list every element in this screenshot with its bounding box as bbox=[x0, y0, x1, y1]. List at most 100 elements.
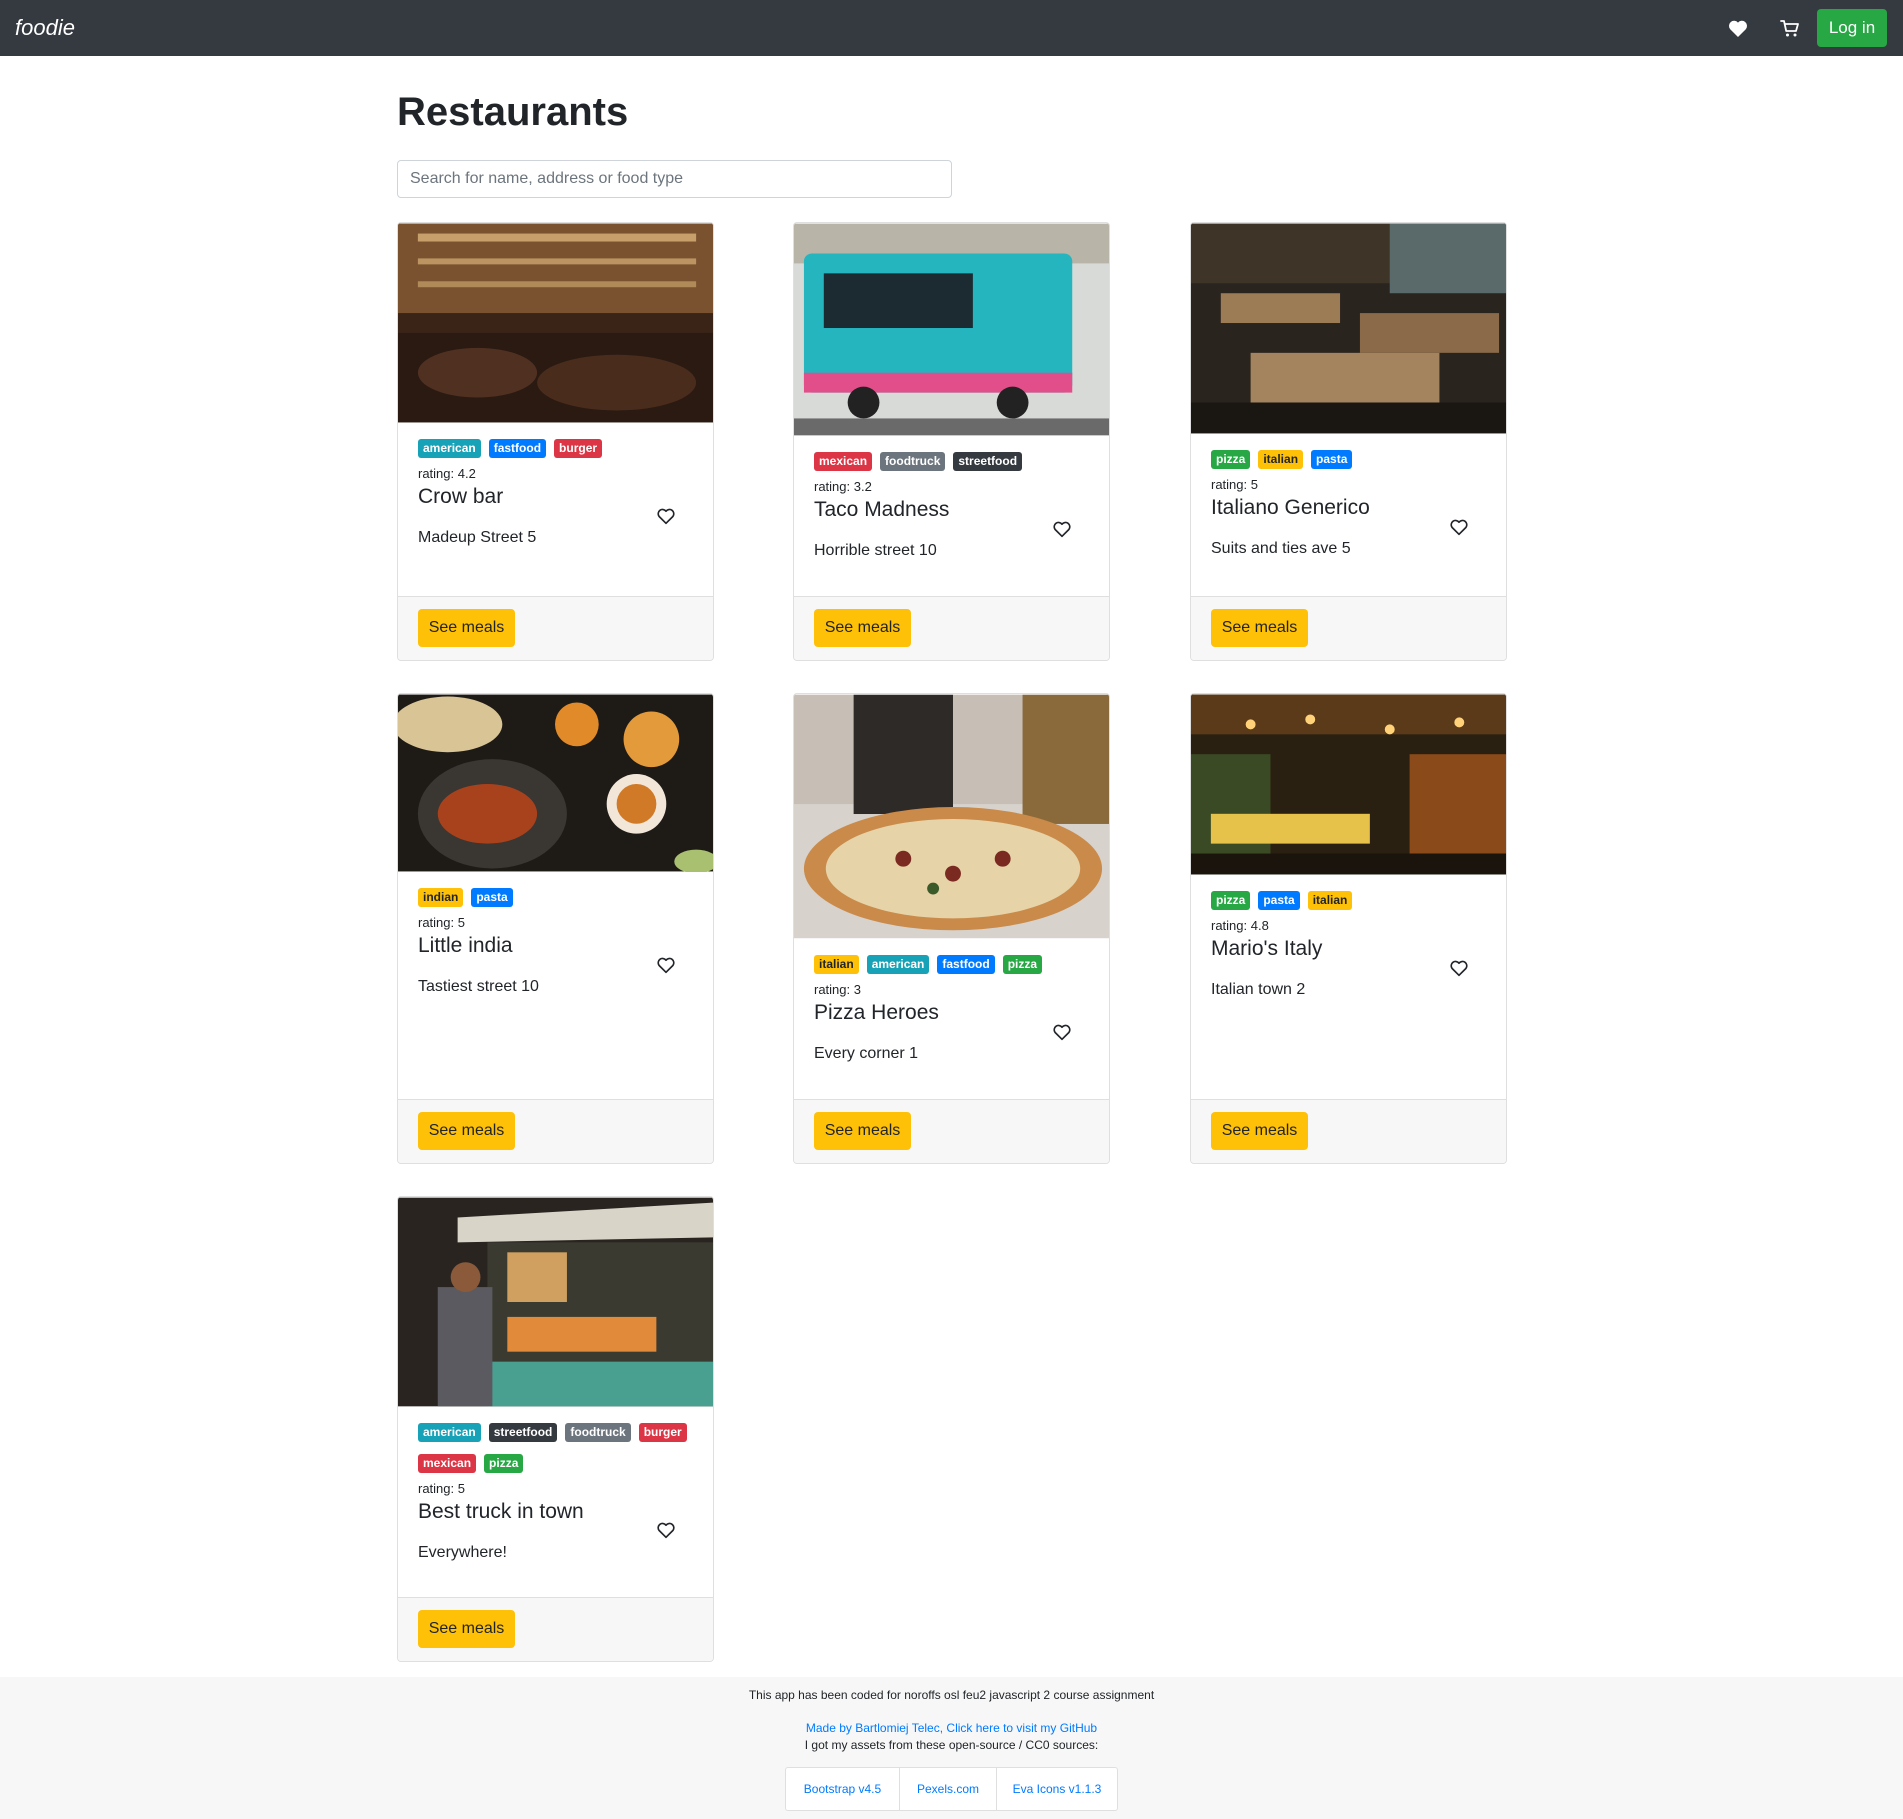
restaurant-card: indian pasta rating: 5 Little india Tast… bbox=[397, 693, 714, 1164]
rating-text: rating: 4.8 bbox=[1211, 918, 1269, 933]
footer-sources-text: I got my assets from these open-source /… bbox=[804, 1738, 1099, 1752]
tag-badge: pizza bbox=[1002, 955, 1043, 974]
tag-badge: italian bbox=[1307, 891, 1353, 910]
tag-badge: fastfood bbox=[937, 955, 995, 974]
card-body: american fastfood burger rating: 4.2 Cro… bbox=[398, 423, 713, 598]
restaurant-address: Tastiest street 10 bbox=[418, 978, 539, 995]
restaurant-name: Little india bbox=[418, 934, 513, 957]
see-meals-button[interactable]: See meals bbox=[814, 1112, 911, 1150]
tag-badge: foodtruck bbox=[880, 452, 946, 471]
rating-text: rating: 5 bbox=[418, 1481, 465, 1496]
tag-badge: pasta bbox=[1258, 891, 1300, 910]
see-meals-button[interactable]: See meals bbox=[1211, 609, 1308, 647]
restaurant-card: italian american fastfood pizza rating: … bbox=[793, 693, 1110, 1164]
card-body: italian american fastfood pizza rating: … bbox=[794, 939, 1109, 1101]
heart-outline-icon[interactable] bbox=[655, 1519, 677, 1541]
restaurant-address: Horrible street 10 bbox=[814, 542, 937, 559]
tag-badge: indian bbox=[418, 888, 464, 907]
card-footer: See meals bbox=[1191, 1099, 1506, 1163]
restaurant-name: Italiano Generico bbox=[1211, 496, 1370, 519]
see-meals-button[interactable]: See meals bbox=[418, 1112, 515, 1150]
restaurant-address: Madeup Street 5 bbox=[418, 529, 537, 546]
rating-text: rating: 3 bbox=[814, 982, 861, 997]
source-link-eva-icons[interactable]: Eva Icons v1.1.3 bbox=[997, 1768, 1117, 1810]
see-meals-button[interactable]: See meals bbox=[1211, 1112, 1308, 1150]
tag-badge: pasta bbox=[1311, 450, 1353, 469]
tag-badge: american bbox=[418, 439, 481, 458]
tag-badge: american bbox=[418, 1423, 481, 1442]
tag-badge: foodtruck bbox=[565, 1423, 631, 1442]
rating-text: rating: 5 bbox=[1211, 477, 1258, 492]
card-body: mexican foodtruck streetfood rating: 3.2… bbox=[794, 436, 1109, 598]
card-footer: See meals bbox=[794, 1099, 1109, 1163]
see-meals-button[interactable]: See meals bbox=[418, 1610, 515, 1648]
restaurant-name: Pizza Heroes bbox=[814, 1001, 939, 1024]
tag-badge: streetfood bbox=[488, 1423, 558, 1442]
card-body: indian pasta rating: 5 Little india Tast… bbox=[398, 872, 713, 1101]
card-footer: See meals bbox=[794, 596, 1109, 660]
heart-outline-icon[interactable] bbox=[655, 954, 677, 976]
rating-text: rating: 4.2 bbox=[418, 466, 476, 481]
restaurant-image bbox=[1191, 694, 1506, 875]
heart-outline-icon[interactable] bbox=[1051, 518, 1073, 540]
restaurant-name: Crow bar bbox=[418, 485, 504, 508]
card-footer: See meals bbox=[398, 1597, 713, 1661]
source-link-bootstrap[interactable]: Bootstrap v4.5 bbox=[786, 1768, 900, 1810]
navbar: foodie Log in bbox=[0, 0, 1903, 56]
heart-outline-icon[interactable] bbox=[1448, 957, 1470, 979]
tag-badge: streetfood bbox=[953, 452, 1023, 471]
tag-badge: mexican bbox=[418, 1454, 477, 1473]
tag-badge: american bbox=[866, 955, 930, 974]
tag-badge: pizza bbox=[484, 1454, 524, 1473]
restaurant-card: pizza pasta italian rating: 4.8 Mario's … bbox=[1190, 693, 1507, 1164]
page-title: Restaurants bbox=[397, 90, 629, 134]
card-footer: See meals bbox=[398, 1099, 713, 1163]
see-meals-button[interactable]: See meals bbox=[814, 609, 911, 647]
tag-badge: fastfood bbox=[488, 439, 547, 458]
restaurant-name: Taco Madness bbox=[814, 498, 950, 521]
tag-list: pizza italian pasta bbox=[1211, 450, 1486, 473]
restaurant-address: Suits and ties ave 5 bbox=[1211, 540, 1351, 557]
tag-badge: italian bbox=[814, 955, 859, 974]
github-link[interactable]: Made by Bartlomiej Telec, Click here to … bbox=[0, 1721, 1903, 1735]
tag-list: mexican foodtruck streetfood bbox=[814, 452, 1089, 475]
search-input[interactable] bbox=[397, 160, 952, 198]
source-link-pexels[interactable]: Pexels.com bbox=[900, 1768, 997, 1810]
card-footer: See meals bbox=[1191, 596, 1506, 660]
restaurant-image bbox=[794, 223, 1109, 436]
page-footer: This app has been coded for noroffs osl … bbox=[0, 1677, 1903, 1819]
restaurant-image bbox=[1191, 223, 1506, 434]
restaurant-image bbox=[398, 223, 713, 423]
heart-outline-icon[interactable] bbox=[655, 505, 677, 527]
tag-badge: pizza bbox=[1211, 450, 1251, 469]
card-body: pizza italian pasta rating: 5 Italiano G… bbox=[1191, 434, 1506, 598]
rating-text: rating: 5 bbox=[418, 915, 465, 930]
restaurant-address: Every corner 1 bbox=[814, 1045, 919, 1062]
restaurant-address: Italian town 2 bbox=[1211, 981, 1306, 998]
heart-outline-icon[interactable] bbox=[1051, 1021, 1073, 1043]
tag-list: italian american fastfood pizza bbox=[814, 955, 1089, 978]
tag-list: american fastfood burger bbox=[418, 439, 693, 462]
tag-list: pizza pasta italian bbox=[1211, 891, 1486, 914]
restaurant-image bbox=[794, 694, 1109, 939]
rating-text: rating: 3.2 bbox=[814, 479, 872, 494]
restaurant-card: mexican foodtruck streetfood rating: 3.2… bbox=[793, 222, 1110, 661]
tag-badge: burger bbox=[638, 1423, 687, 1442]
tag-list: indian pasta bbox=[418, 888, 693, 911]
tag-badge: burger bbox=[554, 439, 603, 458]
tag-badge: italian bbox=[1258, 450, 1304, 469]
see-meals-button[interactable]: See meals bbox=[418, 609, 515, 647]
tag-badge: mexican bbox=[814, 452, 873, 471]
card-body: pizza pasta italian rating: 4.8 Mario's … bbox=[1191, 875, 1506, 1101]
brand-logo[interactable]: foodie bbox=[15, 15, 75, 41]
footer-note: This app has been coded for noroffs osl … bbox=[748, 1688, 1155, 1702]
restaurant-image bbox=[398, 1197, 713, 1407]
cart-icon[interactable] bbox=[1778, 16, 1802, 40]
heart-icon[interactable] bbox=[1726, 16, 1750, 40]
card-footer: See meals bbox=[398, 596, 713, 660]
tag-badge: pizza bbox=[1211, 891, 1251, 910]
login-button[interactable]: Log in bbox=[1817, 9, 1887, 47]
heart-outline-icon[interactable] bbox=[1448, 516, 1470, 538]
restaurant-card: american streetfood foodtruck burger mex… bbox=[397, 1196, 714, 1662]
source-links: Bootstrap v4.5 Pexels.com Eva Icons v1.1… bbox=[785, 1767, 1118, 1811]
